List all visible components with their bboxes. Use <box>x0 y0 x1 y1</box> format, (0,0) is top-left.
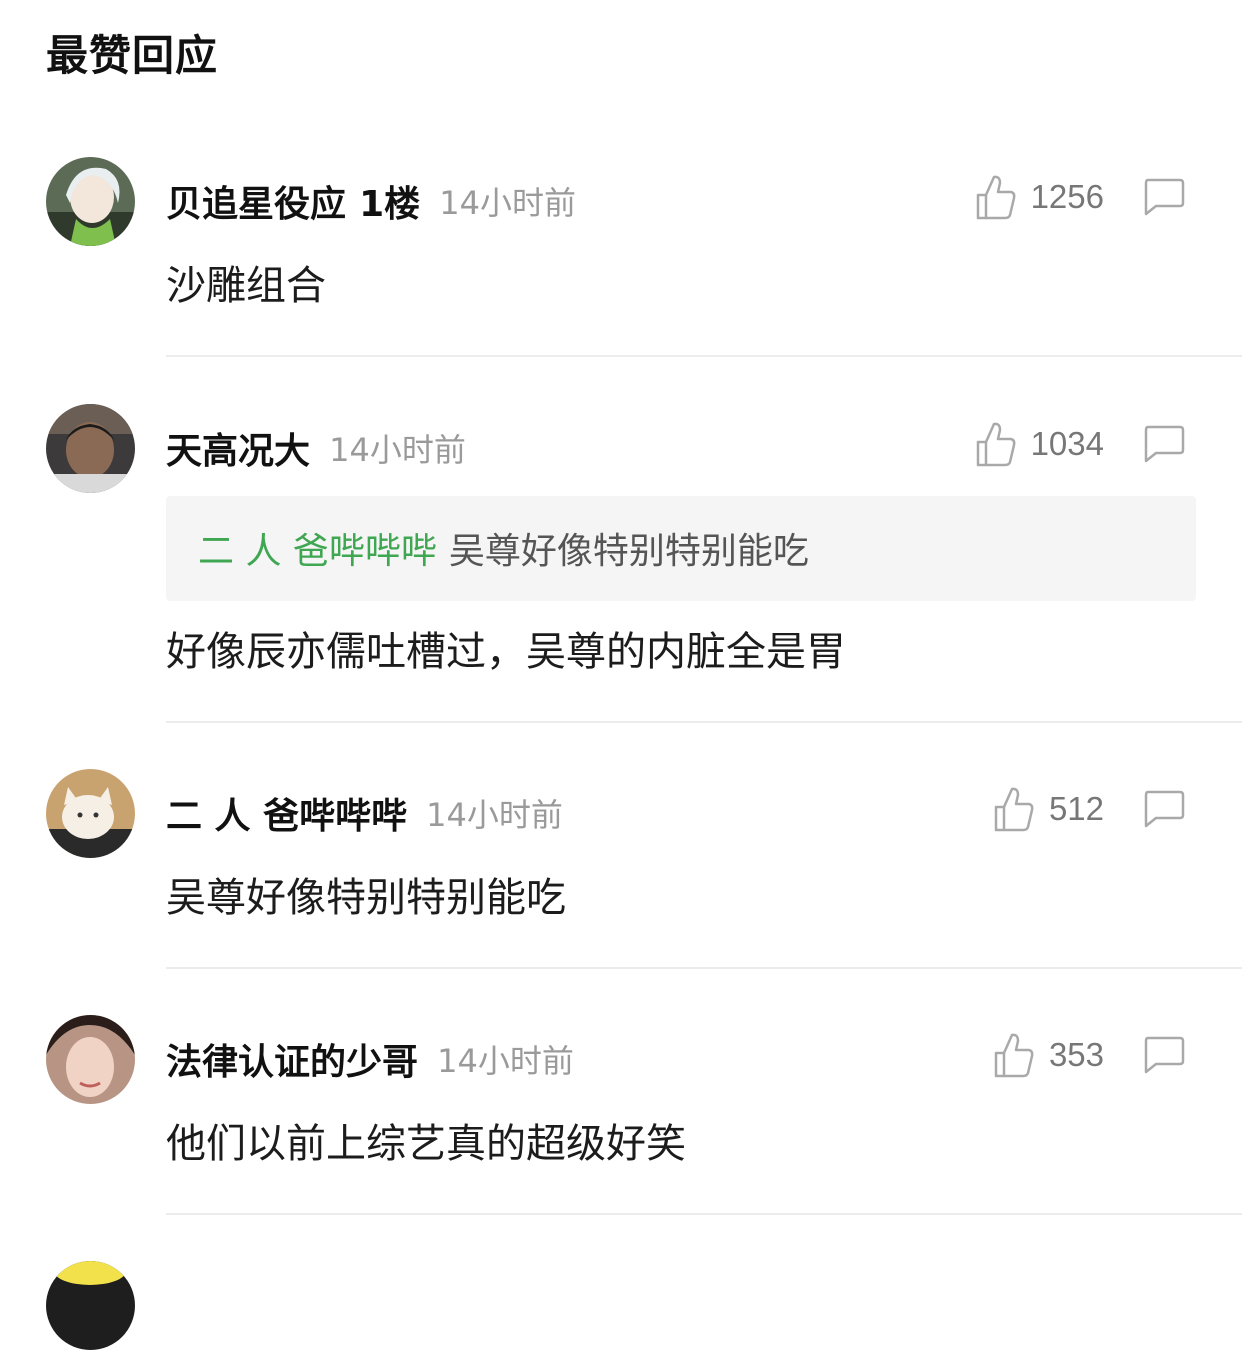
comment-text: 他们以前上综艺真的超级好笑 <box>166 1121 686 1167</box>
avatar[interactable] <box>46 1261 135 1350</box>
comment-meta: 二 人 爸哔哔哔 14小时前 <box>166 787 563 837</box>
quoted-content: 二 人 爸哔哔哔 吴尊好像特别特别能吃 <box>198 522 809 574</box>
comment-icon[interactable] <box>1142 177 1186 217</box>
divider <box>166 355 1242 357</box>
divider <box>166 1213 1242 1215</box>
timestamp: 14小时前 <box>329 431 466 469</box>
username[interactable]: 二 人 爸哔哔哔 <box>166 796 407 837</box>
comment-meta: 贝追星役应 1楼 14小时前 <box>166 175 576 225</box>
divider <box>166 721 1242 723</box>
thumbs-up-icon[interactable] <box>993 1031 1035 1079</box>
like-count: 512 <box>1048 790 1104 827</box>
comment-actions: 1034 <box>975 414 1186 474</box>
section-title: 最赞回应 <box>46 31 219 80</box>
comment-icon[interactable] <box>1142 1035 1186 1075</box>
quoted-reply[interactable]: 二 人 爸哔哔哔 吴尊好像特别特别能吃 <box>166 496 1196 601</box>
thumbs-up-icon[interactable] <box>993 785 1035 833</box>
comment-actions: 512 <box>993 779 1186 839</box>
avatar[interactable] <box>46 157 135 246</box>
timestamp: 14小时前 <box>439 184 576 222</box>
timestamp: 14小时前 <box>426 796 563 834</box>
comment-icon[interactable] <box>1142 424 1186 464</box>
avatar[interactable] <box>46 769 135 858</box>
avatar[interactable] <box>46 1015 135 1104</box>
divider <box>166 967 1242 969</box>
thumbs-up-icon[interactable] <box>975 173 1017 221</box>
comment-icon[interactable] <box>1142 789 1186 829</box>
username[interactable]: 法律认证的少哥 <box>166 1042 418 1083</box>
like-count: 353 <box>1048 1036 1104 1073</box>
comment-meta: 天高况大 14小时前 <box>166 422 466 472</box>
username[interactable]: 贝追星役应 <box>166 184 346 225</box>
quoted-username[interactable]: 二 人 爸哔哔哔 <box>198 531 437 572</box>
comment-meta: 法律认证的少哥 14小时前 <box>166 1033 574 1083</box>
comment-text: 好像辰亦儒吐槽过，吴尊的内脏全是胃 <box>166 629 846 675</box>
comment-actions: 1256 <box>975 167 1186 227</box>
like-count: 1256 <box>1030 178 1104 215</box>
floor-label: 1楼 <box>359 184 421 225</box>
thumbs-up-icon[interactable] <box>975 420 1017 468</box>
quoted-text: 吴尊好像特别特别能吃 <box>448 531 809 572</box>
avatar[interactable] <box>46 404 135 493</box>
comment-text: 吴尊好像特别特别能吃 <box>166 875 566 921</box>
like-count: 1034 <box>1030 425 1104 462</box>
username[interactable]: 天高况大 <box>166 431 310 472</box>
comment-text: 沙雕组合 <box>166 263 326 309</box>
comment-actions: 353 <box>993 1025 1186 1085</box>
timestamp: 14小时前 <box>437 1042 574 1080</box>
